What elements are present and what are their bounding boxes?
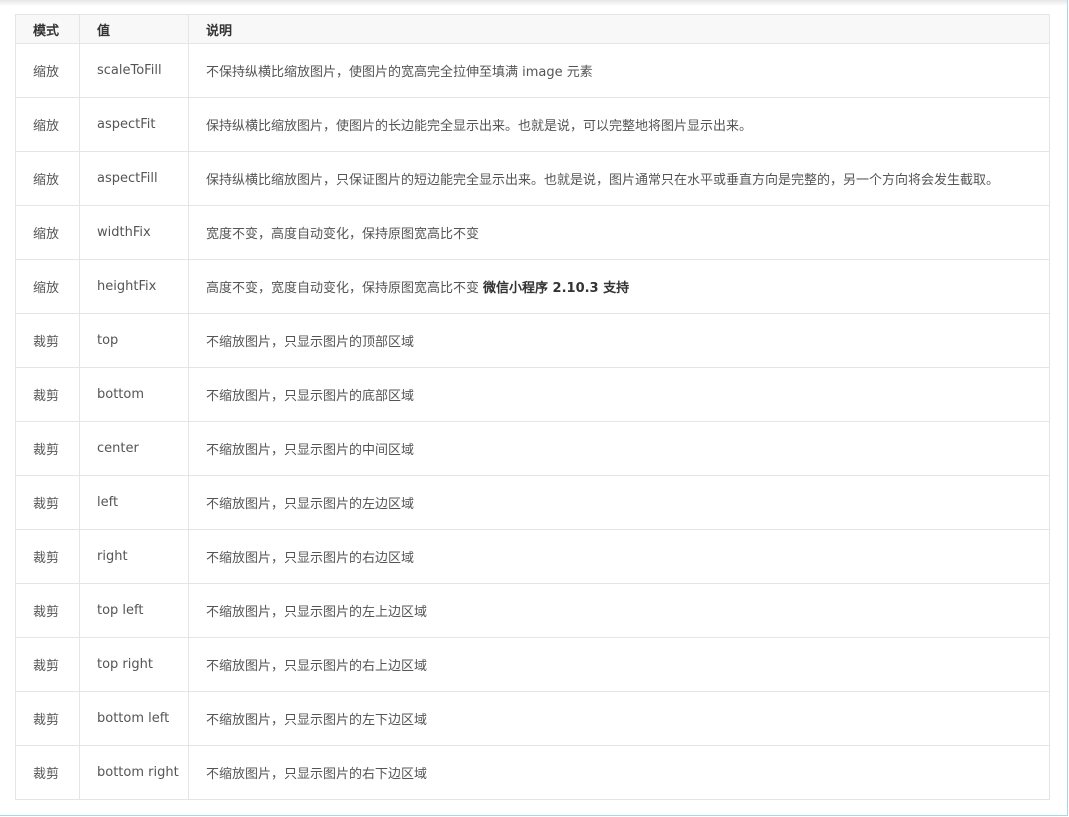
description-text: 不缩放图片，只显示图片的右边区域 — [206, 551, 415, 566]
table-row: 裁剪 left 不缩放图片，只显示图片的左边区域 — [15, 475, 1050, 530]
table-row: 裁剪 bottom left 不缩放图片，只显示图片的左下边区域 — [15, 691, 1050, 746]
table-row: 裁剪 bottom right 不缩放图片，只显示图片的右下边区域 — [15, 745, 1050, 800]
cell-mode: 裁剪 — [15, 583, 80, 638]
cell-description: 不缩放图片，只显示图片的左上边区域 — [188, 583, 1050, 638]
table-row: 裁剪 top left 不缩放图片，只显示图片的左上边区域 — [15, 583, 1050, 638]
cell-mode: 缩放 — [15, 205, 80, 260]
cell-value: bottom — [79, 367, 189, 422]
cell-description: 保持纵横比缩放图片，只保证图片的短边能完全显示出来。也就是说，图片通常只在水平或… — [188, 151, 1050, 206]
description-text: 宽度不变，高度自动变化，保持原图宽高比不变 — [206, 227, 480, 242]
cell-mode: 裁剪 — [15, 745, 80, 800]
cell-mode: 缩放 — [15, 97, 80, 152]
description-text: 不缩放图片，只显示图片的左边区域 — [206, 497, 415, 512]
description-text: 不缩放图片，只显示图片的右上边区域 — [206, 659, 428, 674]
header-description: 说明 — [188, 14, 1050, 44]
description-text: 不缩放图片，只显示图片的顶部区域 — [206, 335, 415, 350]
cell-value: heightFix — [79, 259, 189, 314]
table-row: 裁剪 top right 不缩放图片，只显示图片的右上边区域 — [15, 637, 1050, 692]
cell-value: scaleToFill — [79, 43, 189, 98]
cell-description: 不缩放图片，只显示图片的顶部区域 — [188, 313, 1050, 368]
cell-description: 不缩放图片，只显示图片的中间区域 — [188, 421, 1050, 476]
table-row: 缩放 heightFix 高度不变，宽度自动变化，保持原图宽高比不变 微信小程序 2.… — [15, 259, 1050, 314]
table-row: 缩放 scaleToFill 不保持纵横比缩放图片，使图片的宽高完全拉伸至填满 im… — [15, 43, 1050, 98]
description-text: 不缩放图片，只显示图片的左上边区域 — [206, 605, 428, 620]
cell-description: 不保持纵横比缩放图片，使图片的宽高完全拉伸至填满 image 元素 — [188, 43, 1050, 98]
cell-value: aspectFill — [79, 151, 189, 206]
table-header-row: 模式 值 说明 — [15, 14, 1050, 44]
cell-mode: 裁剪 — [15, 475, 80, 530]
table-body: 缩放 scaleToFill 不保持纵横比缩放图片，使图片的宽高完全拉伸至填满 im… — [15, 43, 1050, 800]
cell-mode: 裁剪 — [15, 421, 80, 476]
header-value: 值 — [79, 14, 189, 44]
cell-value: bottom right — [79, 745, 189, 800]
description-text: 保持纵横比缩放图片，使图片的长边能完全显示出来。也就是说，可以完整地将图片显示出… — [206, 119, 753, 134]
cell-mode: 裁剪 — [15, 529, 80, 584]
table-row: 缩放 widthFix 宽度不变，高度自动变化，保持原图宽高比不变 — [15, 205, 1050, 260]
cell-value: top right — [79, 637, 189, 692]
description-text: 不缩放图片，只显示图片的底部区域 — [206, 389, 415, 404]
description-text: 不缩放图片，只显示图片的左下边区域 — [206, 713, 428, 728]
description-text: 保持纵横比缩放图片，只保证图片的短边能完全显示出来。也就是说，图片通常只在水平或… — [206, 173, 1000, 188]
cell-description: 不缩放图片，只显示图片的底部区域 — [188, 367, 1050, 422]
cell-description: 保持纵横比缩放图片，使图片的长边能完全显示出来。也就是说，可以完整地将图片显示出… — [188, 97, 1050, 152]
top-divider — [0, 0, 1067, 6]
description-text: 不缩放图片，只显示图片的右下边区域 — [206, 767, 428, 782]
cell-description: 高度不变，宽度自动变化，保持原图宽高比不变 微信小程序 2.10.3 支持 — [188, 259, 1050, 314]
table-row: 缩放 aspectFit 保持纵横比缩放图片，使图片的长边能完全显示出来。也就是说，… — [15, 97, 1050, 152]
image-mode-table: 模式 值 说明 缩放 scaleToFill 不保持纵横比缩放图片，使图片的宽高完全… — [15, 14, 1050, 800]
table-row: 裁剪 top 不缩放图片，只显示图片的顶部区域 — [15, 313, 1050, 368]
cell-value: bottom left — [79, 691, 189, 746]
cell-value: top left — [79, 583, 189, 638]
table-row: 裁剪 center 不缩放图片，只显示图片的中间区域 — [15, 421, 1050, 476]
cell-value: top — [79, 313, 189, 368]
cell-value: aspectFit — [79, 97, 189, 152]
table-row: 裁剪 right 不缩放图片，只显示图片的右边区域 — [15, 529, 1050, 584]
cell-description: 不缩放图片，只显示图片的右边区域 — [188, 529, 1050, 584]
description-text: 高度不变，宽度自动变化，保持原图宽高比不变 — [206, 281, 480, 296]
header-mode: 模式 — [15, 14, 80, 44]
cell-description: 宽度不变，高度自动变化，保持原图宽高比不变 — [188, 205, 1050, 260]
cell-mode: 裁剪 — [15, 313, 80, 368]
description-text: 不缩放图片，只显示图片的中间区域 — [206, 443, 415, 458]
cell-value: left — [79, 475, 189, 530]
table-row: 裁剪 bottom 不缩放图片，只显示图片的底部区域 — [15, 367, 1050, 422]
cell-value: right — [79, 529, 189, 584]
cell-description: 不缩放图片，只显示图片的左下边区域 — [188, 691, 1050, 746]
cell-mode: 裁剪 — [15, 691, 80, 746]
cell-description: 不缩放图片，只显示图片的右下边区域 — [188, 745, 1050, 800]
cell-mode: 缩放 — [15, 43, 80, 98]
support-note: 微信小程序 2.10.3 支持 — [483, 281, 630, 296]
table-row: 缩放 aspectFill 保持纵横比缩放图片，只保证图片的短边能完全显示出来。也就… — [15, 151, 1050, 206]
cell-description: 不缩放图片，只显示图片的右上边区域 — [188, 637, 1050, 692]
description-text: 不保持纵横比缩放图片，使图片的宽高完全拉伸至填满 image 元素 — [206, 65, 593, 80]
cell-mode: 裁剪 — [15, 637, 80, 692]
cell-description: 不缩放图片，只显示图片的左边区域 — [188, 475, 1050, 530]
cell-mode: 裁剪 — [15, 367, 80, 422]
cell-value: center — [79, 421, 189, 476]
cell-mode: 缩放 — [15, 151, 80, 206]
cell-mode: 缩放 — [15, 259, 80, 314]
cell-value: widthFix — [79, 205, 189, 260]
